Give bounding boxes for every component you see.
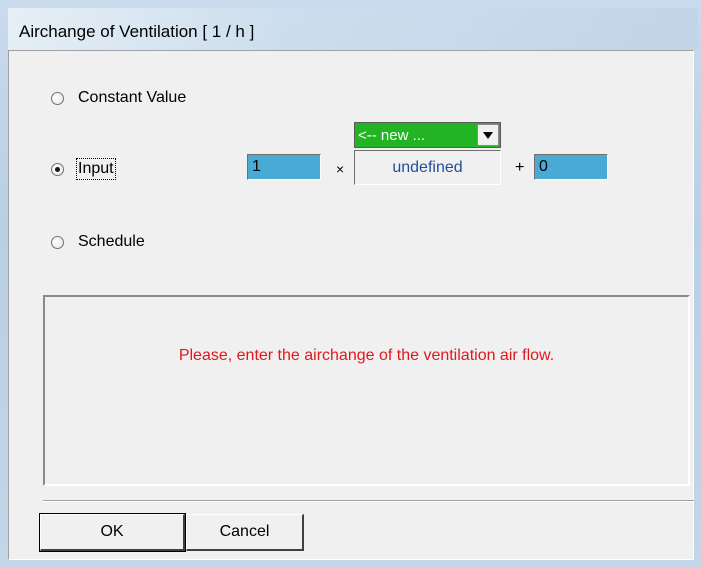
button-separator: [43, 500, 694, 502]
multiply-symbol: ×: [336, 161, 345, 177]
radio-button-input[interactable]: [51, 162, 64, 176]
dialog-window: Airchange of Ventilation [ 1 / h ] Const…: [0, 0, 701, 568]
radio-input[interactable]: Input: [51, 158, 116, 180]
ok-button[interactable]: OK: [39, 513, 186, 552]
reference-value-display: undefined: [354, 150, 501, 185]
radio-button-constant[interactable]: [51, 91, 64, 105]
reference-dropdown[interactable]: <-- new ...: [354, 122, 501, 148]
radio-button-schedule[interactable]: [51, 235, 64, 249]
reference-dropdown-value: <-- new ...: [358, 126, 426, 144]
cancel-button[interactable]: Cancel: [186, 514, 304, 551]
radio-label-schedule: Schedule: [78, 233, 145, 250]
plus-symbol: +: [515, 159, 525, 176]
radio-constant-value[interactable]: Constant Value: [51, 89, 186, 107]
radio-label-constant: Constant Value: [78, 89, 187, 106]
factor-input[interactable]: 1: [247, 154, 321, 180]
offset-input[interactable]: 0: [534, 154, 608, 180]
chevron-down-icon: [483, 131, 493, 139]
message-panel: Please, enter the airchange of the venti…: [43, 295, 690, 486]
dropdown-arrow-button[interactable]: [477, 124, 499, 146]
window-title: Airchange of Ventilation [ 1 / h ]: [19, 22, 255, 41]
radio-schedule[interactable]: Schedule: [51, 233, 145, 251]
radio-label-input: Input: [76, 158, 116, 180]
message-text: Please, enter the airchange of the venti…: [178, 347, 555, 364]
